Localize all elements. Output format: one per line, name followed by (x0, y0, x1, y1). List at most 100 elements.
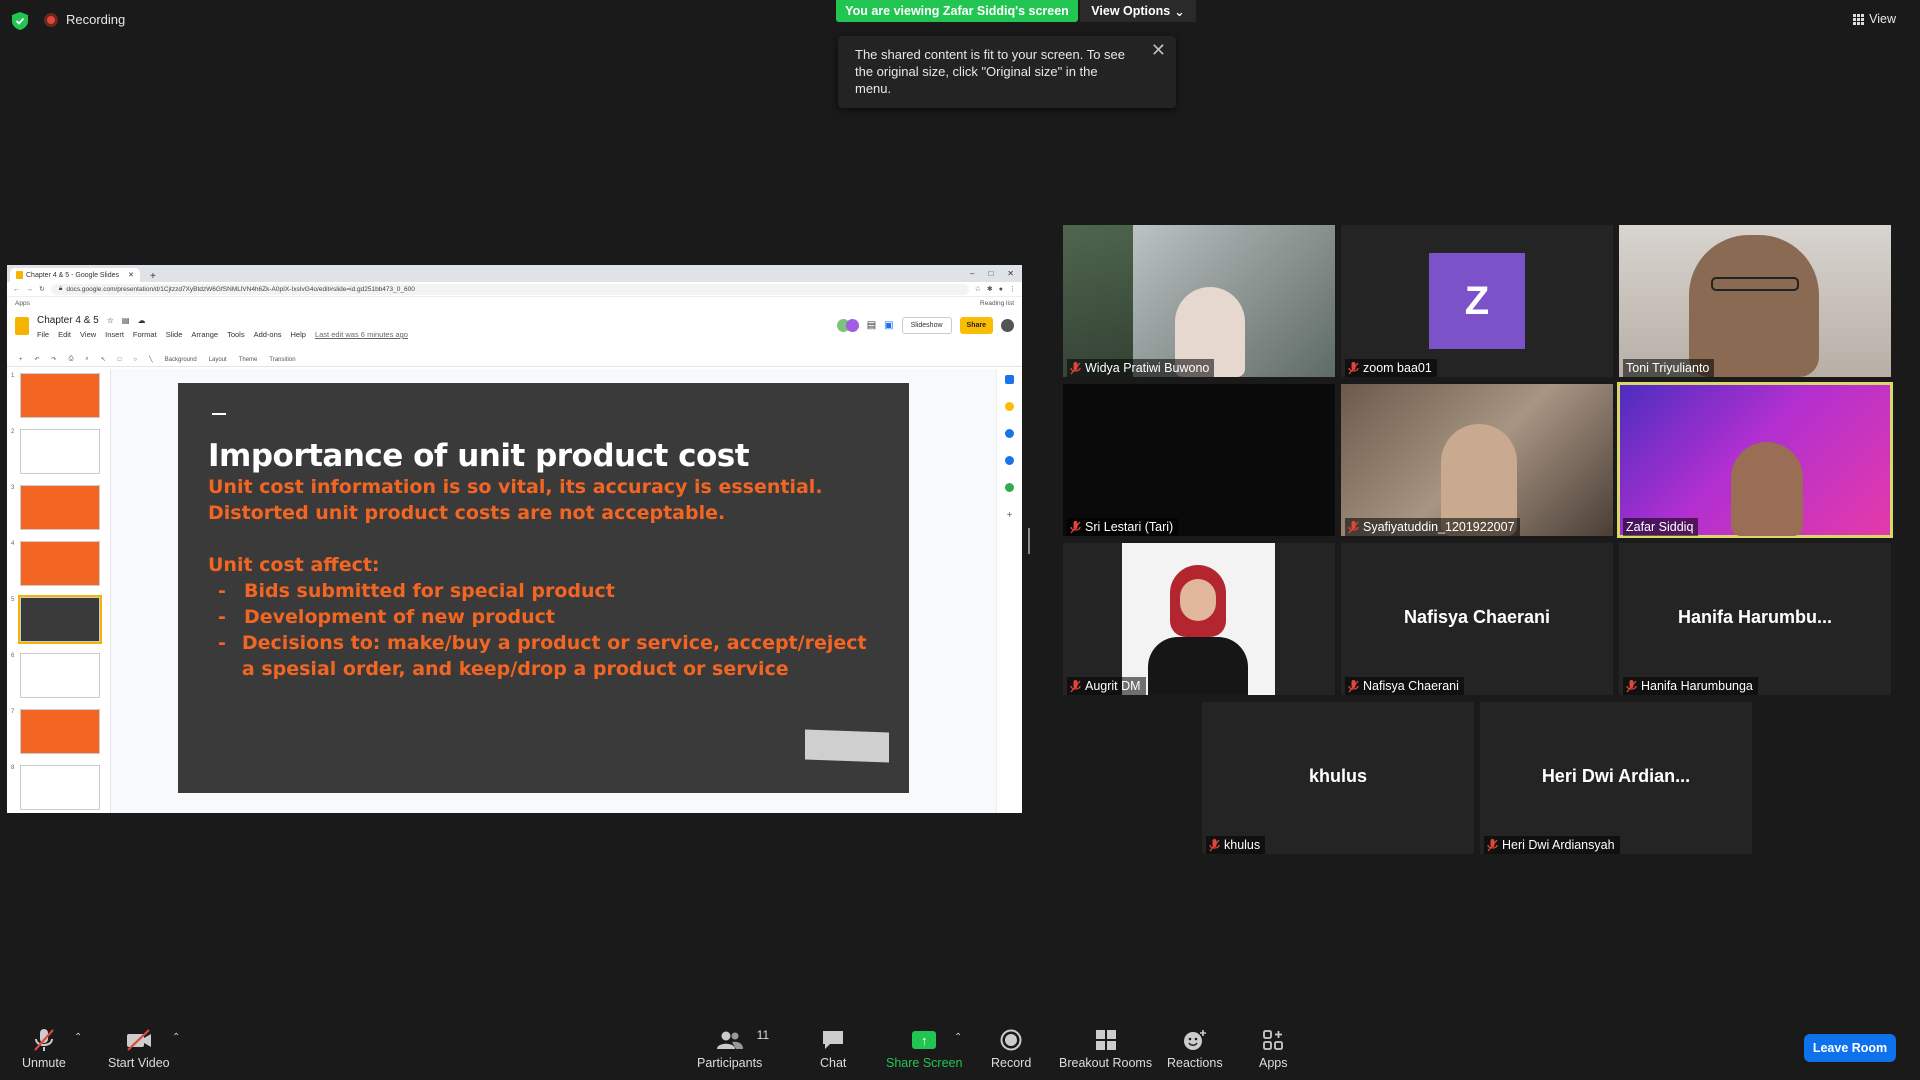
close-icon[interactable]: ✕ (1151, 41, 1166, 59)
menu-help[interactable]: Help (291, 330, 306, 339)
share-options-caret-icon[interactable]: ⌃ (954, 1032, 962, 1043)
breakout-rooms-button[interactable]: Breakout Rooms (1059, 1028, 1152, 1070)
participants-button[interactable]: 11 Participants (697, 1028, 769, 1070)
share-doc-button[interactable]: Share (959, 317, 993, 334)
participant-tile-active-speaker[interactable]: Zafar Siddiq (1617, 382, 1893, 538)
zoom-icon[interactable]: ⌕ (85, 356, 88, 363)
toolbar-layout[interactable]: Layout (209, 357, 227, 363)
tab-close-icon[interactable]: ✕ (128, 271, 134, 279)
keep-icon[interactable] (1005, 402, 1014, 411)
shield-icon[interactable] (12, 12, 28, 30)
minimize-icon[interactable]: – (970, 269, 974, 278)
shared-screen[interactable]: Chapter 4 & 5 - Google Slides ✕ + – □ ✕ … (7, 265, 1022, 813)
slide-thumb[interactable]: 3 (11, 485, 101, 530)
slide-bullet[interactable]: - Development of new product (208, 604, 879, 630)
meet-icon[interactable]: ▣ (884, 320, 893, 331)
reload-icon[interactable]: ↻ (39, 285, 45, 293)
menu-addons[interactable]: Add-ons (254, 330, 282, 339)
collaborator-avatar[interactable] (845, 319, 859, 332)
slide-thumb[interactable]: 1 (11, 373, 101, 418)
slide-subheading[interactable]: Unit cost affect: (208, 552, 879, 578)
menu-format[interactable]: Format (133, 330, 157, 339)
toolbar-transition[interactable]: Transition (269, 357, 295, 363)
leave-room-button[interactable]: Leave Room (1804, 1034, 1896, 1062)
participant-tile[interactable]: khulus khulus (1202, 702, 1474, 854)
participant-tile[interactable]: Augrit DM (1063, 543, 1335, 695)
tasks-icon[interactable] (1005, 429, 1014, 438)
bookmark-apps[interactable]: Apps (15, 300, 30, 307)
shape-icon[interactable]: ○ (133, 357, 137, 363)
star-doc-icon[interactable]: ☆ (107, 316, 114, 325)
video-options-caret-icon[interactable]: ⌃ (172, 1032, 180, 1043)
participant-tile[interactable]: Sri Lestari (Tari) (1063, 384, 1335, 536)
slides-logo-icon[interactable] (15, 317, 29, 335)
current-slide[interactable]: Importance of unit product cost Unit cos… (178, 383, 909, 793)
menu-arrange[interactable]: Arrange (191, 330, 218, 339)
textbox-icon[interactable]: □ (118, 357, 122, 363)
slideshow-button[interactable]: Slideshow (901, 317, 952, 334)
audio-options-caret-icon[interactable]: ⌃ (74, 1032, 82, 1043)
more-icon[interactable]: ⋮ (1009, 285, 1016, 293)
extensions-icon[interactable]: ✱ (987, 285, 993, 293)
share-screen-button[interactable]: ↑ Share Screen (886, 1028, 962, 1070)
participant-tile[interactable]: Nafisya Chaerani Nafisya Chaerani (1341, 543, 1613, 695)
slide-thumb[interactable]: 7 (11, 709, 101, 754)
move-folder-icon[interactable]: ▤ (122, 316, 130, 325)
menu-insert[interactable]: Insert (105, 330, 124, 339)
slide-canvas[interactable]: Importance of unit product cost Unit cos… (111, 369, 996, 813)
slide-thumb[interactable]: 6 (11, 653, 101, 698)
slide-thumb-selected[interactable]: 5 (11, 595, 103, 644)
back-icon[interactable]: ← (13, 286, 20, 293)
slide-paragraph[interactable]: Unit cost information is so vital, its a… (208, 474, 879, 526)
slide-bullet[interactable]: - Bids submitted for special product (208, 578, 879, 604)
profile-icon[interactable]: ● (999, 286, 1003, 293)
line-icon[interactable]: ╲ (149, 356, 153, 363)
calendar-icon[interactable] (1005, 375, 1014, 384)
chat-button[interactable]: Chat (820, 1028, 846, 1070)
browser-tab[interactable]: Chapter 4 & 5 - Google Slides ✕ (10, 268, 140, 282)
undo-icon[interactable]: ↶ (35, 356, 40, 363)
last-edit-link[interactable]: Last edit was 6 minutes ago (315, 330, 408, 339)
new-tab-icon[interactable]: + (150, 271, 156, 282)
contacts-icon[interactable] (1005, 456, 1014, 465)
maximize-icon[interactable]: □ (988, 269, 993, 278)
slide-filmstrip[interactable]: 1 2 3 4 5 6 7 8 (7, 369, 111, 813)
menu-tools[interactable]: Tools (227, 330, 245, 339)
slide-thumb[interactable]: 2 (11, 429, 101, 474)
add-addon-icon[interactable]: + (1007, 510, 1013, 521)
slide-thumb[interactable]: 8 (11, 765, 101, 810)
slide-thumb[interactable]: 4 (11, 541, 101, 586)
reading-list[interactable]: Reading list (980, 300, 1014, 307)
menu-file[interactable]: File (37, 330, 49, 339)
unmute-button[interactable]: Unmute (22, 1028, 66, 1070)
slide-image[interactable] (805, 729, 889, 763)
forward-icon[interactable]: → (26, 286, 33, 293)
view-options-button[interactable]: View Options ⌄ (1080, 0, 1196, 22)
star-icon[interactable]: ☆ (975, 285, 981, 293)
new-slide-icon[interactable]: + (19, 357, 23, 363)
redo-icon[interactable]: ↷ (52, 356, 57, 363)
participant-tile[interactable]: Widya Pratiwi Buwono (1063, 225, 1335, 377)
print-icon[interactable]: ⎙ (69, 356, 74, 363)
slide-title[interactable]: Importance of unit product cost (208, 438, 879, 474)
url-field[interactable]: 🔒︎ docs.google.com/presentation/d/1Cjtzz… (50, 283, 969, 295)
participant-tile[interactable]: Heri Dwi Ardian... Heri Dwi Ardiansyah (1480, 702, 1752, 854)
menu-view[interactable]: View (80, 330, 96, 339)
comments-icon[interactable]: ▤ (867, 320, 876, 331)
participant-tile[interactable]: Syafiyatuddin_1201922007 (1341, 384, 1613, 536)
window-close-icon[interactable]: ✕ (1007, 269, 1014, 278)
doc-title[interactable]: Chapter 4 & 5 (37, 315, 99, 326)
menu-edit[interactable]: Edit (58, 330, 71, 339)
apps-button[interactable]: Apps (1259, 1028, 1288, 1070)
participant-tile[interactable]: Z zoom baa01 (1341, 225, 1613, 377)
record-button[interactable]: Record (991, 1028, 1031, 1070)
reactions-button[interactable]: Reactions (1167, 1028, 1223, 1070)
slide-bullet[interactable]: - Decisions to: make/buy a product or ser… (208, 630, 879, 682)
split-divider-handle[interactable] (1028, 528, 1030, 554)
start-video-button[interactable]: Start Video (108, 1028, 170, 1070)
maps-icon[interactable] (1005, 483, 1014, 492)
view-button[interactable]: View (1853, 12, 1896, 26)
recording-indicator[interactable]: Recording (44, 12, 125, 27)
select-icon[interactable]: ↖ (101, 356, 106, 363)
participant-tile[interactable]: Toni Triyulianto (1619, 225, 1891, 377)
